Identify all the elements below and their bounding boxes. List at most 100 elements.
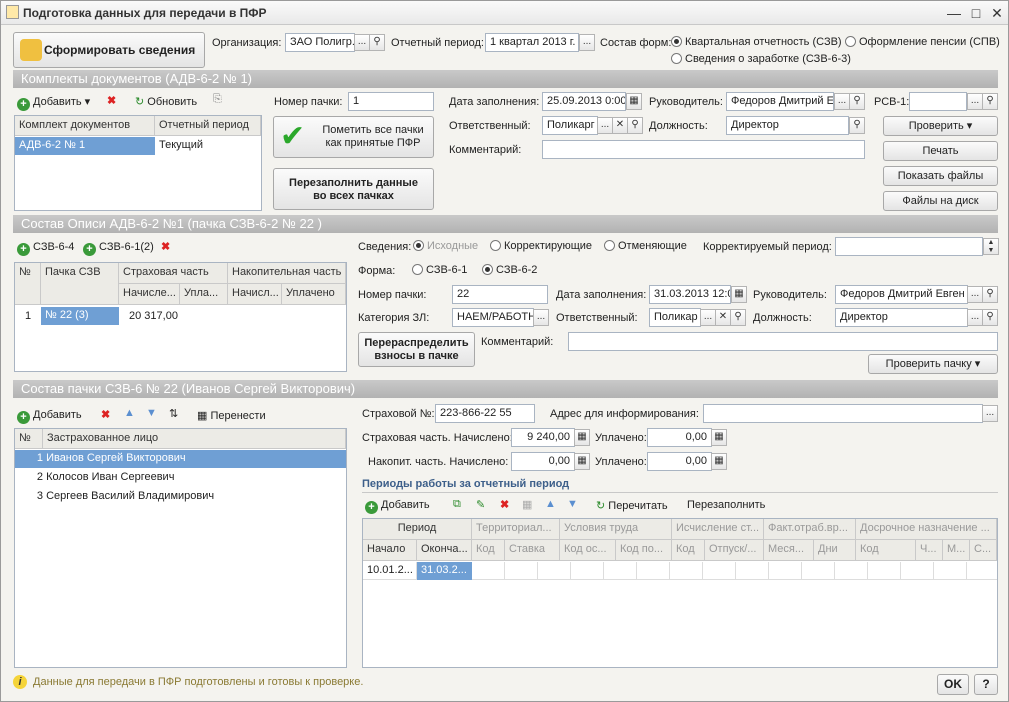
comment-input[interactable] <box>568 332 998 351</box>
pack-no-input[interactable]: 22 <box>452 285 548 304</box>
move-down-icon[interactable]: ▼ <box>567 498 578 510</box>
addr-input[interactable] <box>703 404 983 423</box>
rsv-select-icon[interactable]: ... <box>967 93 983 110</box>
post-search-icon[interactable]: ⚲ <box>849 117 865 134</box>
check-pack-button[interactable]: Проверить пачку ▾ <box>868 354 998 374</box>
head-input[interactable]: Федоров Дмитрий Е <box>726 92 834 111</box>
resp-clear-icon[interactable]: ✕ <box>715 309 731 326</box>
add-szv61-button[interactable]: + СЗВ-6-1(2) <box>83 241 154 256</box>
move-up-icon[interactable]: ▲ <box>545 498 556 510</box>
post-input[interactable]: Директор <box>726 116 849 135</box>
calculator-icon[interactable]: ▦ <box>711 453 727 470</box>
snils-input[interactable]: 223-866-22 55 <box>435 404 535 423</box>
close-icon[interactable]: ✕ <box>988 4 1006 22</box>
pack-no-input[interactable]: 1 <box>348 92 434 111</box>
resp-input[interactable]: Поликар <box>649 308 701 327</box>
table-row[interactable]: 3 Сергеев Василий Владимирович <box>15 488 346 506</box>
move-down-icon[interactable]: ▼ <box>146 407 157 419</box>
org-input[interactable]: ЗАО Полигр... <box>285 33 355 52</box>
info-option-cancelling[interactable]: Отменяющие <box>604 240 687 252</box>
files-disk-button[interactable]: Файлы на диск <box>883 191 998 211</box>
kits-add-button[interactable]: + Добавить ▾ <box>17 95 90 111</box>
periods-add-button[interactable]: + Добавить <box>365 499 430 514</box>
refill-all-button[interactable]: Перезаполнить данные во всех пачках <box>273 168 434 210</box>
form-option-szv62[interactable]: СЗВ-6-2 <box>482 264 537 276</box>
maximize-icon[interactable]: □ <box>967 4 985 22</box>
period-input[interactable]: 1 квартал 2013 г. <box>485 33 579 52</box>
form-report-button[interactable]: Сформировать сведения <box>13 32 205 68</box>
table-cell[interactable]: 20 317,00 <box>125 308 215 324</box>
head-select-icon[interactable]: ... <box>834 93 850 110</box>
head-select-icon[interactable]: ... <box>967 286 983 303</box>
check-button[interactable]: Проверить ▾ <box>883 116 998 136</box>
persons-add-button[interactable]: + Добавить <box>17 409 82 424</box>
save-icon[interactable]: ▦ <box>522 498 532 511</box>
stamp-icon[interactable]: ⎘ <box>213 93 222 106</box>
table-row[interactable]: 1 Иванов Сергей Викторович <box>15 450 346 468</box>
forms-option-salary[interactable]: Сведения о заработке (СЗВ-6-3) <box>671 53 851 65</box>
head-search-icon[interactable]: ⚲ <box>982 286 998 303</box>
head-search-icon[interactable]: ⚲ <box>849 93 865 110</box>
post-search-icon[interactable]: ⚲ <box>982 309 998 326</box>
sort-icon[interactable]: ⇅ <box>169 407 178 420</box>
minimize-icon[interactable]: — <box>945 4 963 22</box>
table-cell[interactable]: Текущий <box>155 137 261 155</box>
kits-refresh-button[interactable]: ↻ Обновить <box>135 95 197 108</box>
acc-paid-input[interactable]: 0,00 <box>647 452 712 471</box>
info-option-correcting[interactable]: Корректирующие <box>490 240 592 252</box>
table-cell[interactable]: 10.01.2... <box>363 562 417 580</box>
resp-search-icon[interactable]: ⚲ <box>730 309 746 326</box>
post-input[interactable]: Директор <box>835 308 968 327</box>
table-cell[interactable]: 31.03.2... <box>417 562 472 580</box>
delete-icon[interactable]: ✖ <box>161 240 170 253</box>
calculator-icon[interactable]: ▦ <box>574 453 590 470</box>
calculator-icon[interactable]: ▦ <box>711 429 727 446</box>
org-select-icon[interactable]: ... <box>354 34 370 51</box>
delete-icon[interactable]: ✖ <box>500 498 509 511</box>
table-cell[interactable]: 1 <box>21 308 41 324</box>
period-select-icon[interactable]: ... <box>579 34 595 51</box>
post-select-icon[interactable]: ... <box>967 309 983 326</box>
calculator-icon[interactable]: ▦ <box>574 429 590 446</box>
form-option-szv61[interactable]: СЗВ-6-1 <box>412 264 467 276</box>
forms-option-quarterly[interactable]: Квартальная отчетность (СЗВ) <box>671 36 842 48</box>
ok-button[interactable]: OK <box>937 674 969 695</box>
print-button[interactable]: Печать <box>883 141 998 161</box>
spinner-icon[interactable]: ▲ ▼ <box>983 238 999 255</box>
help-button[interactable]: ? <box>974 674 998 695</box>
move-up-icon[interactable]: ▲ <box>124 407 135 419</box>
mark-accepted-button[interactable]: ✔ Пометить все пачки как принятые ПФР <box>273 116 434 158</box>
resp-select-icon[interactable]: ... <box>597 117 613 134</box>
copy-icon[interactable]: ⧉ <box>453 498 461 511</box>
rsv-input[interactable] <box>909 92 967 111</box>
resp-search-icon[interactable]: ⚲ <box>627 117 643 134</box>
info-option-initial[interactable]: Исходные <box>413 240 478 252</box>
refill-button[interactable]: Перезаполнить <box>687 499 765 511</box>
resp-input[interactable]: Поликарг <box>542 116 598 135</box>
org-search-icon[interactable]: ⚲ <box>369 34 385 51</box>
delete-icon[interactable]: ✖ <box>101 408 110 421</box>
calendar-icon[interactable]: ▦ <box>731 286 747 303</box>
add-szv64-button[interactable]: + СЗВ-6-4 <box>17 241 74 256</box>
table-row[interactable]: № 22 (3) <box>41 307 119 325</box>
forms-option-pension[interactable]: Оформление пенсии (СПВ) <box>845 36 1000 48</box>
acc-accrued-input[interactable]: 0,00 <box>511 452 575 471</box>
resp-select-icon[interactable]: ... <box>700 309 716 326</box>
ins-paid-input[interactable]: 0,00 <box>647 428 712 447</box>
delete-icon[interactable]: ✖ <box>107 94 116 107</box>
fill-date-input[interactable]: 31.03.2013 12:0 <box>649 285 731 304</box>
resp-clear-icon[interactable]: ✕ <box>612 117 628 134</box>
table-row[interactable]: АДВ-6-2 № 1 <box>15 137 155 155</box>
show-files-button[interactable]: Показать файлы <box>883 166 998 186</box>
head-input[interactable]: Федоров Дмитрий Евген <box>835 285 968 304</box>
recalc-button[interactable]: ↻ Перечитать <box>596 499 668 512</box>
calendar-icon[interactable]: ▦ <box>626 93 642 110</box>
category-input[interactable]: НАЕМ/РАБОТН <box>452 308 534 327</box>
move-button[interactable]: ▦ Перенести <box>197 409 266 422</box>
table-row[interactable]: 2 Колосов Иван Сергеевич <box>15 469 346 487</box>
rsv-search-icon[interactable]: ⚲ <box>982 93 998 110</box>
corr-period-input[interactable] <box>835 237 983 256</box>
redistribute-button[interactable]: Перераспределить взносы в пачке <box>358 332 475 367</box>
edit-icon[interactable]: ✎ <box>476 498 485 511</box>
ins-accrued-input[interactable]: 9 240,00 <box>511 428 575 447</box>
